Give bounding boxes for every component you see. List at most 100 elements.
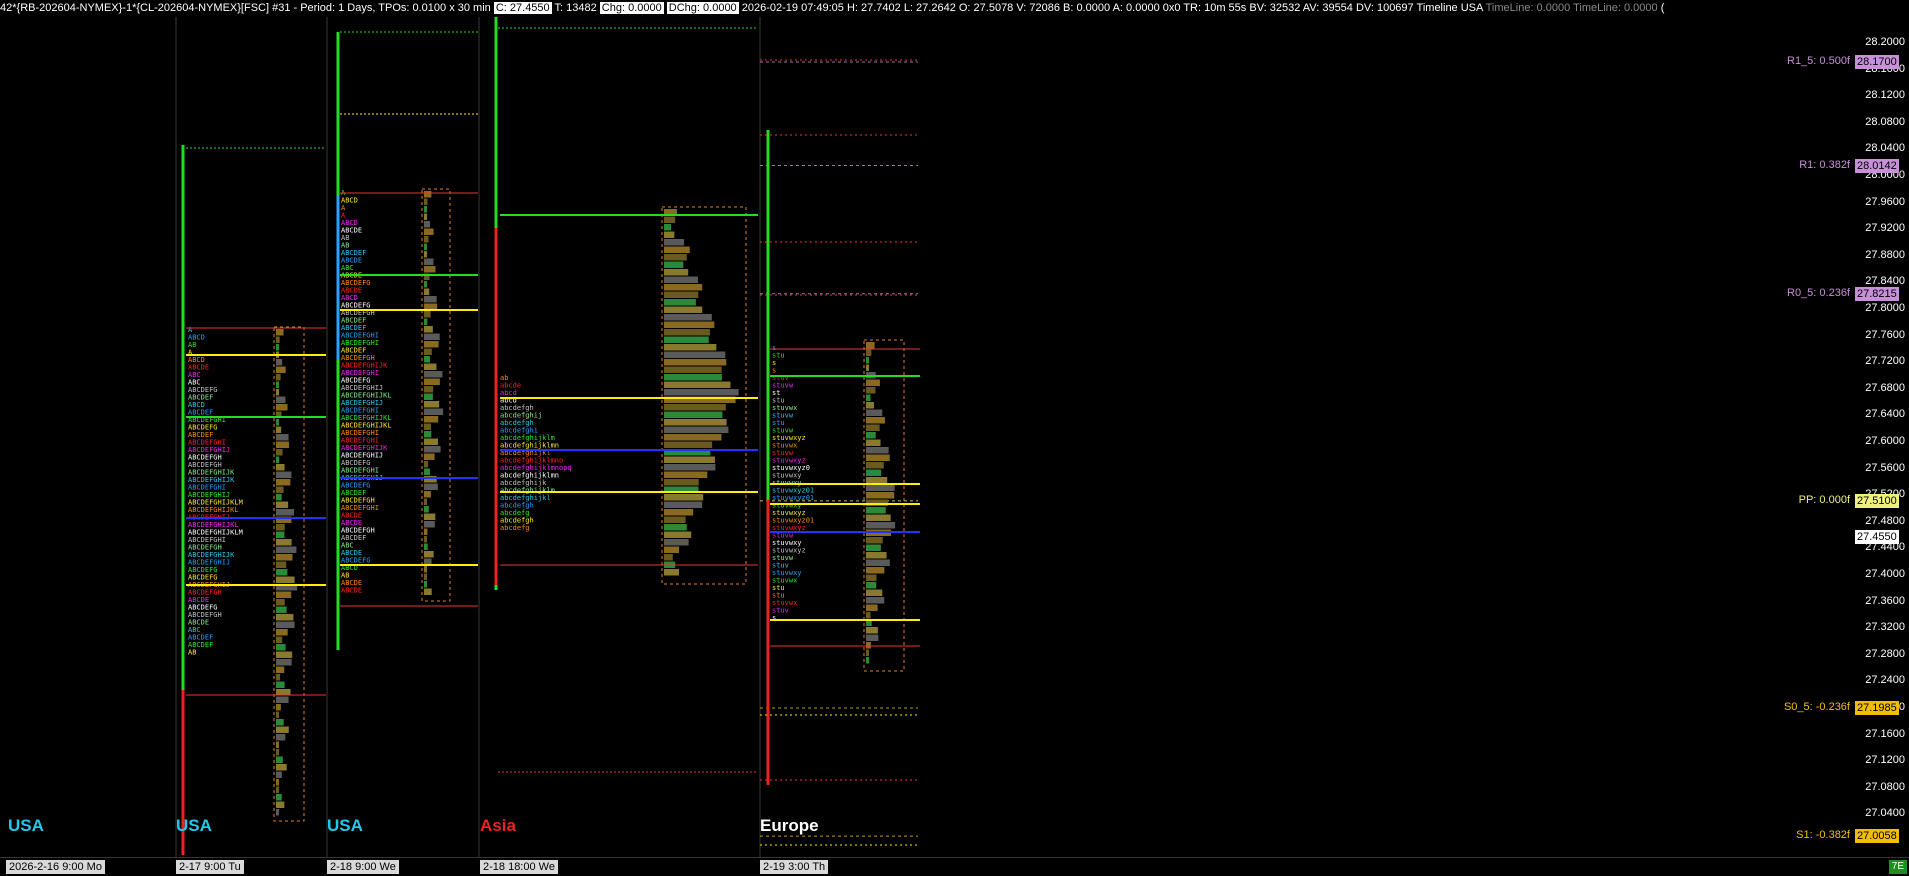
volume-bar xyxy=(424,363,437,370)
tpo-row: AB xyxy=(188,649,196,657)
volume-bar xyxy=(276,749,279,756)
volume-bar xyxy=(276,659,292,666)
volume-bar xyxy=(424,491,431,498)
price-tick: 27.6800 xyxy=(1865,381,1905,394)
volume-bar xyxy=(866,574,877,581)
session-date: 2026-2-16 9:00 Mo xyxy=(6,860,105,874)
chart-area[interactable]: A ABCD AB A ABCD ABCDE ABC ABC ABCDEFG ABCDEF ABCD… xyxy=(0,0,1909,875)
volume-bar xyxy=(664,411,723,418)
price-tick: 27.9600 xyxy=(1865,195,1905,208)
price-tick: 27.9200 xyxy=(1865,222,1905,235)
volume-bar xyxy=(664,351,726,358)
volume-bar xyxy=(424,551,434,558)
volume-bar xyxy=(276,524,285,531)
volume-bar xyxy=(276,674,281,681)
session-label: USA xyxy=(8,816,44,835)
volume-bar xyxy=(424,348,432,355)
volume-bar xyxy=(664,254,687,261)
volume-bar xyxy=(276,336,280,343)
volume-bar xyxy=(276,359,283,366)
volume-bar xyxy=(276,726,289,733)
volume-bar xyxy=(866,604,878,611)
volume-bar xyxy=(276,464,285,471)
volume-bar xyxy=(866,462,884,469)
session-label: USA xyxy=(176,816,212,835)
volume-bar xyxy=(276,404,288,411)
volume-bar xyxy=(276,479,291,486)
volume-bar xyxy=(276,396,286,403)
volume-bar xyxy=(276,419,279,426)
pivot-label: PP: 0.000f xyxy=(1798,493,1850,506)
volume-bar xyxy=(664,321,715,328)
price-tick: 27.2800 xyxy=(1865,647,1905,660)
volume-bar xyxy=(424,423,431,430)
volume-bar xyxy=(664,509,694,516)
volume-bar xyxy=(424,521,435,528)
volume-bar xyxy=(664,239,685,246)
volume-bar xyxy=(424,236,429,243)
volume-bar xyxy=(664,359,727,366)
volume-bar xyxy=(276,629,288,636)
volume-bar xyxy=(276,614,294,621)
volume-bar xyxy=(664,366,722,373)
volume-bar xyxy=(664,494,704,501)
volume-bar xyxy=(664,231,675,238)
chart-canvas[interactable]: AABCDABAABCDABCDEABCABCABCDEFGABCDEFABCD… xyxy=(0,0,1909,875)
volume-bar xyxy=(664,426,729,433)
volume-bar xyxy=(424,498,427,505)
volume-bar xyxy=(276,591,292,598)
volume-bar xyxy=(866,447,889,454)
volume-bar xyxy=(424,536,427,543)
pivot-value: 28.1700 xyxy=(1855,54,1899,69)
price-tick: 27.0400 xyxy=(1865,807,1905,820)
volume-bar xyxy=(866,349,872,356)
volume-bar xyxy=(866,642,871,649)
volume-bar xyxy=(866,484,895,491)
volume-bar xyxy=(866,454,890,461)
volume-bar xyxy=(664,546,680,553)
volume-bar xyxy=(424,431,432,438)
volume-bar xyxy=(424,266,436,273)
volume-bar xyxy=(424,221,431,228)
volume-bar xyxy=(866,567,885,574)
volume-bar xyxy=(276,734,286,741)
volume-bar xyxy=(866,634,879,641)
volume-bar xyxy=(866,424,880,431)
volume-bar xyxy=(276,449,283,456)
volume-bar xyxy=(664,269,689,276)
volume-bar xyxy=(276,434,289,441)
price-tick: 27.6400 xyxy=(1865,408,1905,421)
volume-bar xyxy=(424,228,434,235)
volume-bar xyxy=(424,288,430,295)
volume-bar xyxy=(866,477,888,484)
volume-bar xyxy=(866,357,869,364)
volume-bar xyxy=(866,582,877,589)
volume-bar xyxy=(664,524,687,531)
pivot-value: 27.1985 xyxy=(1855,700,1899,715)
session-label: Asia xyxy=(480,816,516,835)
volume-bar xyxy=(424,326,433,333)
volume-bar xyxy=(424,296,437,303)
volume-bar xyxy=(276,809,279,816)
volume-bar xyxy=(424,581,427,588)
price-tick: 27.2400 xyxy=(1865,674,1905,687)
volume-bar xyxy=(866,612,871,619)
volume-bar xyxy=(424,251,427,258)
volume-bar xyxy=(424,506,429,513)
volume-bar xyxy=(424,461,429,468)
pivot-label: R1_5: 0.500f xyxy=(1787,54,1850,67)
volume-bar xyxy=(276,696,289,703)
volume-bar xyxy=(664,419,727,426)
volume-bar xyxy=(866,649,869,656)
price-tick: 27.7600 xyxy=(1865,328,1905,341)
price-tick: 27.1600 xyxy=(1865,727,1905,740)
volume-bar xyxy=(664,569,680,576)
price-axis[interactable]: 28.200028.160028.120028.080028.040028.00… xyxy=(1852,17,1909,857)
current-price-tag: 27.4550 xyxy=(1855,530,1899,545)
time-axis[interactable]: 2026-2-16 9:00 Mo 2-17 9:00 Tu 2-18 9:00 W… xyxy=(0,857,1909,876)
volume-bar xyxy=(866,597,885,604)
volume-bar xyxy=(664,539,689,546)
volume-bar xyxy=(664,246,690,253)
volume-bar xyxy=(276,494,282,501)
volume-bar xyxy=(276,374,281,381)
